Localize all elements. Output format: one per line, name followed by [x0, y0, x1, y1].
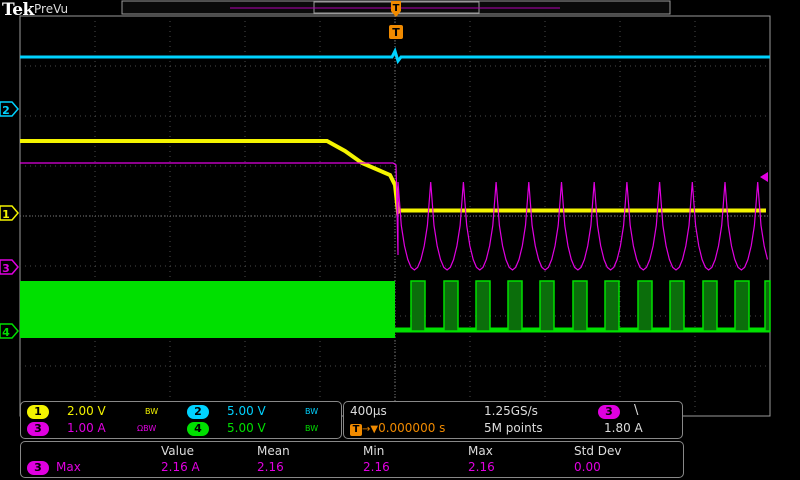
channel-2-marker-label: 2 — [2, 104, 10, 117]
measurement-header-value: Value — [161, 444, 194, 458]
measurement-row-channel: 3 — [27, 460, 49, 475]
measurement-mean: 2.16 — [257, 460, 284, 474]
channel-3-readout[interactable]: 3 — [27, 421, 49, 436]
measurement-max: 2.16 — [468, 460, 495, 474]
channel-2-bw-icon: BW — [305, 407, 319, 416]
measurement-header-mean: Mean — [257, 444, 290, 458]
channel-2-marker[interactable]: 2 — [0, 101, 19, 117]
channel-4-pulse — [572, 280, 588, 332]
channel-4-pulse — [604, 280, 620, 332]
channel-4-badge: 4 — [187, 422, 209, 436]
channel-4-pulse — [507, 280, 523, 332]
channel-3-marker[interactable]: 3 — [0, 259, 19, 275]
trigger-level-marker[interactable] — [760, 172, 768, 182]
trigger-level: 1.80 A — [604, 421, 643, 435]
measurement-header-max: Max — [468, 444, 493, 458]
record-length: 5M points — [484, 421, 543, 435]
channel-4-pulse — [410, 280, 426, 332]
channel-4-burst-region — [20, 281, 395, 338]
channel-4-trace — [20, 280, 771, 338]
channel-4-bw-icon: BW — [305, 424, 319, 433]
channel-settings-panel: 1 2.00 V BW 2 5.00 V BW 3 1.00 A ΩBW 4 5… — [20, 401, 342, 439]
channel-4-pulse — [734, 280, 750, 332]
measurement-header-std-dev: Std Dev — [574, 444, 622, 458]
arrow-right-down-icon: →▼ — [362, 424, 379, 435]
trigger-t-icon: T — [350, 424, 362, 436]
channel-1-bw-icon: BW — [145, 407, 159, 416]
channel-4-pulse — [637, 280, 653, 332]
falling-edge-icon: \ — [634, 403, 639, 418]
channel-3-badge: 3 — [27, 422, 49, 436]
channel-3-bw-icon: ΩBW — [137, 424, 157, 433]
channel-4-pulse — [764, 280, 771, 332]
trigger-marker-label: T — [392, 26, 400, 39]
measurement-header-min: Min — [363, 444, 385, 458]
channel-4-marker[interactable]: 4 — [0, 323, 19, 339]
channel-2-trace — [20, 46, 770, 65]
channel-4-readout[interactable]: 4 — [187, 421, 209, 436]
channel-1-scale: 2.00 V — [67, 404, 106, 418]
horizontal-scale: 400µs — [350, 404, 387, 418]
trigger-position-marker[interactable]: T T — [389, 1, 403, 39]
channel-4-scale: 5.00 V — [227, 421, 266, 435]
channel-1-marker-label: 1 — [2, 208, 10, 221]
channel-1-trace — [20, 139, 766, 216]
channel-4-pulse — [443, 280, 459, 332]
channel-2-scale: 5.00 V — [227, 404, 266, 418]
trigger-source-badge: 3 — [598, 405, 620, 419]
horizontal-trigger-panel[interactable]: 400µs 1.25GS/s 3 \ T →▼0.000000 s 5M poin… — [343, 401, 683, 439]
measurement-value: 2.16 A — [161, 460, 200, 474]
channel-2-readout[interactable]: 2 — [187, 404, 209, 419]
channel-4-pulse — [669, 280, 685, 332]
sample-rate: 1.25GS/s — [484, 404, 538, 418]
channel-4-pulse — [539, 280, 555, 332]
channel-1-marker[interactable]: 1 — [0, 205, 19, 221]
brand-logo: Tek — [2, 0, 34, 20]
measurement-type: Max — [56, 460, 81, 474]
measurement-panel[interactable]: Value Mean Min Max Std Dev 3 Max 2.16 A … — [20, 441, 684, 478]
channel-3-scale: 1.00 A — [67, 421, 106, 435]
channel-1-readout[interactable]: 1 — [27, 404, 49, 419]
channel-1-badge: 1 — [27, 405, 49, 419]
channel-3-marker-label: 3 — [2, 262, 10, 275]
channel-4-marker-label: 4 — [2, 326, 10, 339]
measurement-channel-badge: 3 — [27, 461, 49, 475]
trigger-marker-top-label: T — [393, 3, 400, 14]
trigger-position-readout: T →▼0.000000 s — [350, 421, 445, 436]
measurement-std-dev: 0.00 — [574, 460, 601, 474]
measurement-min: 2.16 — [363, 460, 390, 474]
trigger-source-readout: 3 — [598, 404, 620, 419]
trigger-position: 0.000000 s — [378, 421, 446, 435]
channel-4-pulse — [702, 280, 718, 332]
channel-2-badge: 2 — [187, 405, 209, 419]
channel-4-pulse — [475, 280, 491, 332]
acquisition-mode: PreVu — [34, 2, 69, 16]
